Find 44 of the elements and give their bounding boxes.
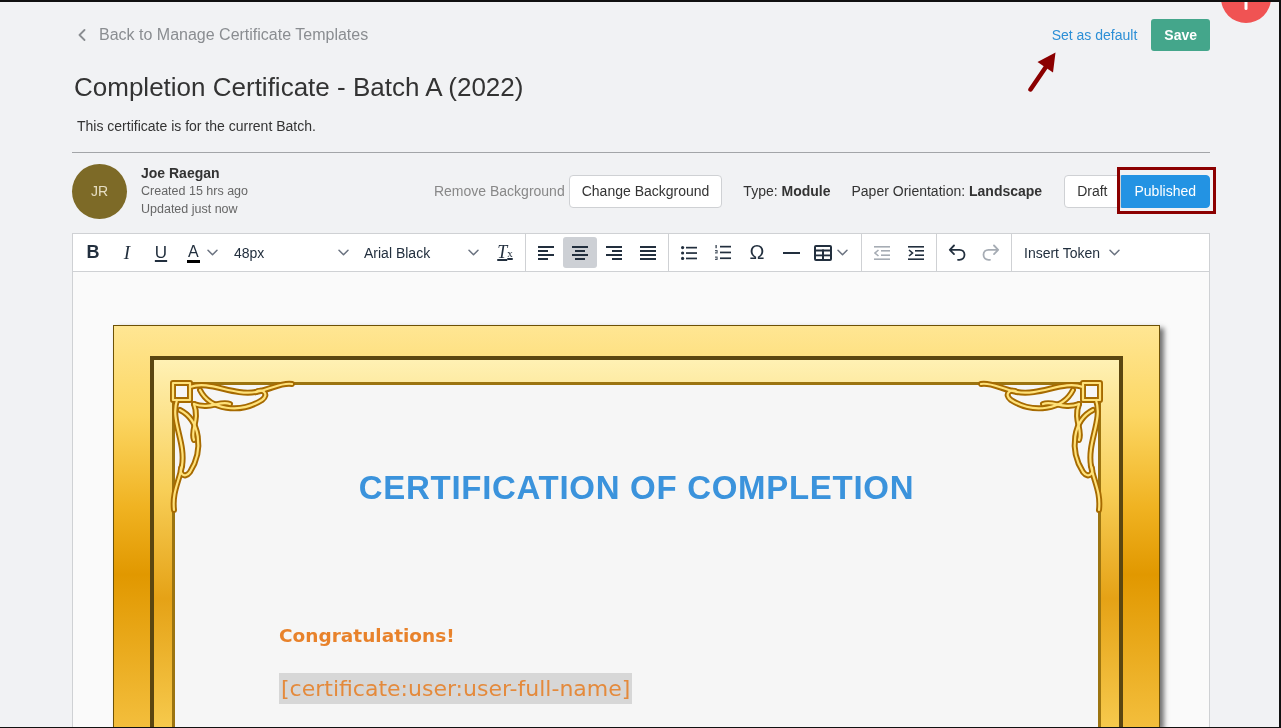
- horizontal-line-icon: [782, 251, 800, 254]
- align-right-icon: [606, 245, 622, 260]
- align-center-button[interactable]: [563, 237, 597, 268]
- font-size-dropdown[interactable]: 48px: [228, 237, 358, 268]
- bulleted-list-icon: [681, 245, 697, 260]
- bold-button[interactable]: B: [76, 237, 110, 268]
- greeting-text: Congratulations!: [279, 624, 455, 648]
- italic-button[interactable]: I: [110, 237, 144, 268]
- status-option[interactable]: Draft: [1064, 174, 1121, 208]
- property-label: Paper Orientation: Landscape: [851, 183, 1043, 199]
- chevron-left-icon: [78, 29, 86, 41]
- author-name: Joe Raegan: [141, 164, 220, 182]
- justify-icon: [640, 245, 656, 260]
- user-name-token: [certificate:user:user-full-name]: [279, 673, 633, 704]
- corner-ornament-icon: [978, 380, 1103, 513]
- caret-icon: [837, 249, 848, 256]
- page-description: This certificate is for the current Batch.: [77, 117, 316, 135]
- caret-icon: [1109, 249, 1120, 256]
- caret-icon: [338, 249, 349, 256]
- certificate-heading: CERTIFICATION OF COMPLETION: [358, 470, 915, 506]
- align-left-icon: [538, 245, 554, 260]
- align-center-icon: [572, 245, 588, 260]
- underline-button[interactable]: U: [144, 237, 178, 268]
- page-title: Completion Certificate - Batch A (2022): [74, 71, 524, 103]
- user-avatar: JR: [72, 163, 127, 219]
- notification-badge-icon[interactable]: [1221, 2, 1271, 23]
- caret-icon: [468, 249, 479, 256]
- caret-icon: [206, 249, 218, 256]
- property-label: Type: Module: [743, 183, 831, 199]
- redo-icon: [982, 244, 1000, 261]
- table-icon: [814, 244, 832, 261]
- insert-token-dropdown[interactable]: Insert Token: [1015, 237, 1128, 268]
- text-color-button[interactable]: A: [178, 237, 228, 268]
- corner-ornament-icon: [170, 380, 295, 513]
- undo-icon: [948, 244, 966, 261]
- outdent-icon: [874, 245, 890, 260]
- updated-time: Updated just now: [141, 201, 238, 218]
- indent-icon: [908, 245, 924, 260]
- annotation-arrow: [1027, 52, 1056, 92]
- created-time: Created 15 hrs ago: [141, 183, 248, 200]
- font-family-dropdown[interactable]: Arial Black: [358, 237, 488, 268]
- numbered-list-icon: [715, 245, 731, 260]
- special-character-button[interactable]: Ω: [740, 237, 774, 268]
- change-background-button[interactable]: Change Background: [568, 174, 723, 208]
